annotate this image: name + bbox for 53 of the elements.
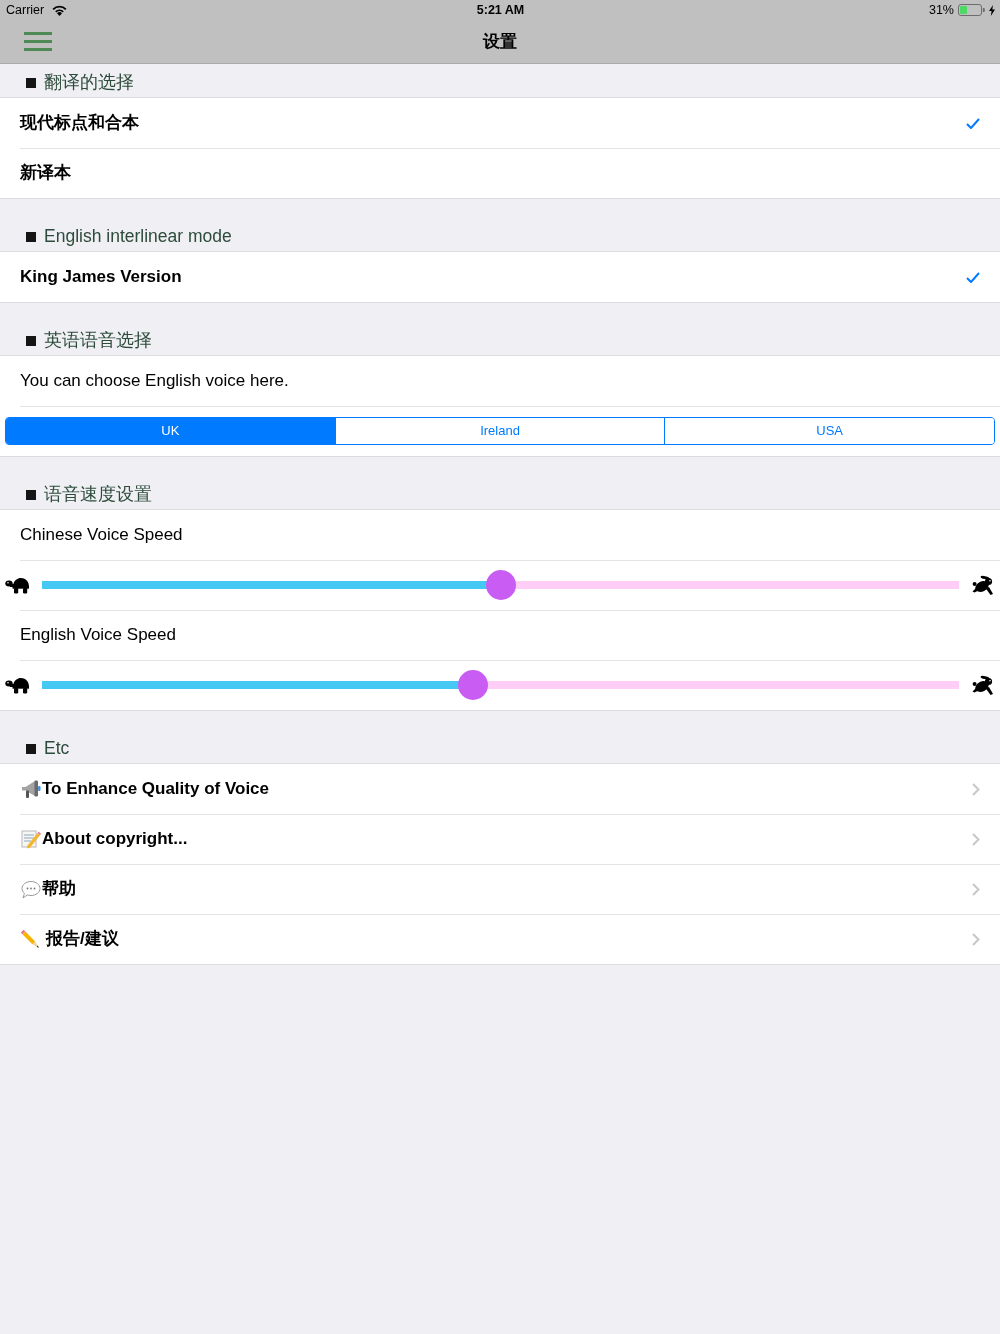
pencil-icon xyxy=(20,929,40,949)
segment-button[interactable]: UK xyxy=(6,418,335,444)
nav-title: 设置 xyxy=(483,30,517,53)
row-label: Chinese Voice Speed xyxy=(20,524,183,547)
turtle-icon xyxy=(5,676,29,694)
section-header: 翻译的选择 xyxy=(44,72,134,93)
row-label: English Voice Speed xyxy=(20,624,176,647)
section-header: 语音速度设置 xyxy=(44,484,152,505)
chevron-icon xyxy=(972,832,980,846)
status-time: 5:21 AM xyxy=(476,1,525,19)
menu-row[interactable]: About copyright... xyxy=(0,814,1000,864)
menu-row[interactable]: To Enhance Quality of Voice xyxy=(0,764,1000,814)
battery-percent: 31% xyxy=(928,1,954,19)
charging-icon xyxy=(989,4,995,16)
option-label: King James Version xyxy=(20,266,182,289)
section-header: Etc xyxy=(44,738,70,759)
section-header: English interlinear mode xyxy=(44,226,232,247)
menu-row[interactable]: 帮助 xyxy=(0,864,1000,914)
chevron-icon xyxy=(972,882,980,896)
square-bullet-icon xyxy=(26,336,36,346)
turtle-icon xyxy=(5,576,29,594)
checkmark-icon xyxy=(966,117,980,129)
option-label: 现代标点和合本 xyxy=(20,112,139,135)
option-row[interactable]: King James Version xyxy=(0,252,1000,302)
option-label: 新译本 xyxy=(20,162,71,185)
slider-thumb[interactable] xyxy=(485,570,516,600)
segment-button[interactable]: USA xyxy=(664,418,994,444)
menu-label: 报告/建议 xyxy=(46,928,119,951)
slider-thumb[interactable] xyxy=(458,670,488,700)
menu-label: About copyright... xyxy=(42,828,188,851)
checkmark-icon xyxy=(966,271,980,283)
chevron-icon xyxy=(972,932,980,946)
carrier-label: Carrier xyxy=(6,1,45,19)
square-bullet-icon xyxy=(26,78,36,88)
wifi-icon xyxy=(52,4,68,16)
section-header: 英语语音选择 xyxy=(44,330,152,351)
rabbit-icon xyxy=(972,674,995,696)
chevron-icon xyxy=(972,782,980,796)
square-bullet-icon xyxy=(26,232,36,242)
menu-label: 帮助 xyxy=(42,878,76,901)
row-label: You can choose English voice here. xyxy=(20,370,289,393)
square-bullet-icon xyxy=(26,490,36,500)
memo-pencil-icon xyxy=(21,829,41,849)
menu-icon[interactable] xyxy=(24,32,52,51)
menu-label: To Enhance Quality of Voice xyxy=(42,778,270,801)
rabbit-icon xyxy=(972,574,995,596)
square-bullet-icon xyxy=(26,744,36,754)
speech-bubble-icon xyxy=(21,879,41,899)
option-row[interactable]: 新译本 xyxy=(0,148,1000,198)
battery-icon xyxy=(958,4,985,16)
option-row[interactable]: 现代标点和合本 xyxy=(0,98,1000,148)
menu-row[interactable]: 报告/建议 xyxy=(0,914,1000,964)
megaphone-icon xyxy=(21,779,41,799)
